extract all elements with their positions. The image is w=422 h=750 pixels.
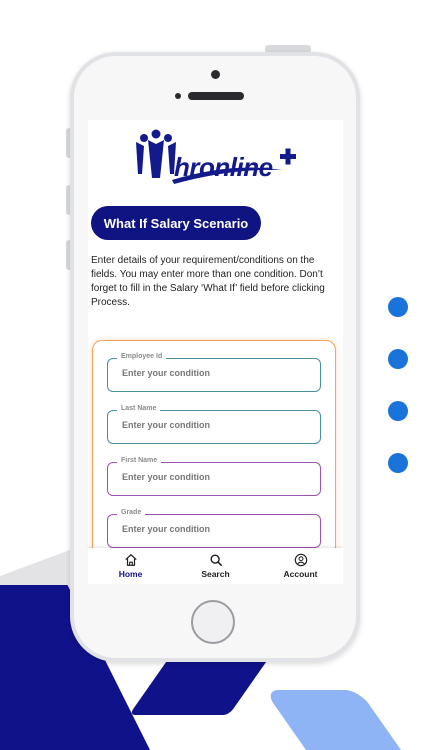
- proximity-sensor: [175, 93, 181, 99]
- nav-search-label: Search: [201, 569, 230, 579]
- bottom-navigation: Home Search Account: [88, 548, 343, 584]
- dot: [388, 401, 408, 421]
- app-screen: hronline What If Salary Scenario Enter d…: [88, 120, 343, 584]
- employee-id-field[interactable]: Employee Id: [107, 353, 321, 392]
- dot: [388, 349, 408, 369]
- nav-home-label: Home: [118, 569, 143, 579]
- dot: [388, 297, 408, 317]
- employee-id-input[interactable]: [120, 367, 314, 379]
- logo-text: hronline: [174, 152, 273, 182]
- intro-text: Enter details of your requirement/condit…: [91, 255, 325, 308]
- background-navy-bar: [128, 655, 272, 715]
- front-camera: [211, 70, 220, 79]
- grade-field[interactable]: Grade: [107, 509, 321, 548]
- decorative-dots: [388, 297, 408, 505]
- home-hardware-button[interactable]: [191, 600, 235, 644]
- dot: [388, 453, 408, 473]
- nav-account-label: Account: [283, 569, 318, 579]
- nav-home[interactable]: Home: [96, 553, 166, 579]
- first-name-field[interactable]: First Name: [107, 457, 321, 496]
- hronline-logo: hronline: [132, 126, 302, 186]
- last-name-field[interactable]: Last Name: [107, 405, 321, 444]
- field-label: Last Name: [117, 405, 161, 412]
- last-name-input[interactable]: [120, 419, 314, 431]
- background-light-blue-shape: [263, 690, 402, 750]
- nav-account[interactable]: Account: [266, 553, 336, 579]
- first-name-input[interactable]: [120, 471, 314, 483]
- field-label: Grade: [117, 509, 146, 516]
- account-icon: [294, 553, 307, 567]
- field-label: Employee Id: [117, 353, 167, 360]
- home-icon: [124, 554, 137, 566]
- grade-input[interactable]: [120, 523, 314, 535]
- search-icon: [209, 554, 222, 567]
- what-if-salary-scenario-button[interactable]: What If Salary Scenario: [91, 206, 261, 240]
- nav-search[interactable]: Search: [181, 553, 251, 579]
- field-label: First Name: [117, 457, 162, 464]
- earpiece-speaker: [188, 92, 244, 100]
